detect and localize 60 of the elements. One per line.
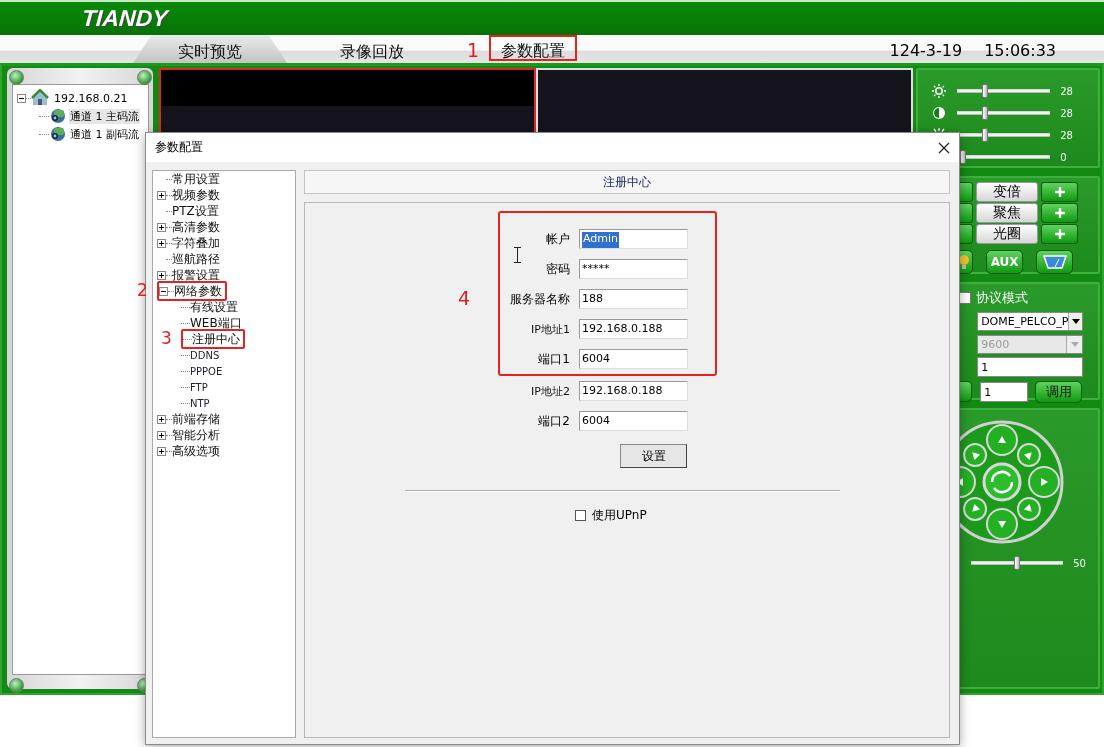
tree-item[interactable]: 智能分析 — [172, 426, 220, 444]
tree-item[interactable]: WEB端口 — [190, 314, 242, 332]
tree-item[interactable]: 高清参数 — [172, 218, 220, 236]
field-label: 端口2 — [537, 412, 570, 430]
lens-button[interactable]: 聚焦 — [976, 203, 1039, 223]
slider-value: 50 — [1073, 557, 1086, 569]
tree-item[interactable]: PPPOE — [190, 365, 223, 377]
input-field[interactable]: 1 — [980, 381, 1029, 402]
slider-value: 28 — [1060, 107, 1073, 119]
slider-value: 28 — [1060, 129, 1073, 141]
tree-item[interactable]: 报警设置 — [172, 266, 220, 284]
input-field[interactable]: 6004 — [579, 411, 688, 431]
slider-value: 28 — [1060, 85, 1073, 97]
channel-item[interactable]: 通道 1 副码流 — [69, 126, 140, 142]
tree-item[interactable]: FTP — [190, 381, 208, 393]
channel-item[interactable]: 通道 1 主码流 — [69, 108, 140, 124]
lens-button[interactable]: 变倍 — [976, 182, 1039, 202]
step-number: 3 — [161, 328, 172, 348]
field-label: 密码 — [545, 260, 570, 278]
input-field[interactable]: 188 — [579, 289, 688, 309]
field-label: 服务器名称 — [509, 290, 570, 308]
time-text: 15:06:33 — [984, 41, 1056, 62]
field-label: IP地址1 — [530, 321, 570, 337]
input-field[interactable]: 6004 — [579, 349, 688, 369]
tab[interactable]: 参数配置 — [491, 37, 576, 59]
input-field[interactable]: 1 — [977, 357, 1084, 377]
tree-item[interactable]: 字符叠加 — [172, 234, 220, 252]
input-field[interactable]: 192.168.0.188 — [579, 381, 688, 401]
tree-item[interactable]: 前端存储 — [172, 410, 220, 428]
input-field[interactable]: 192.168.0.188 — [579, 319, 688, 339]
dialog-title: 参数配置 — [155, 139, 203, 156]
tree-item[interactable]: PTZ设置 — [172, 202, 219, 220]
field-label: 端口1 — [537, 350, 570, 368]
section-title: 注册中心 — [304, 170, 950, 194]
call-button[interactable]: 调用 — [1035, 380, 1083, 403]
date-text: 124-3-19 — [889, 41, 963, 62]
lens-button[interactable]: 光圈 — [976, 224, 1039, 244]
logo: TIANDY — [81, 5, 169, 32]
checkbox-label: 协议模式 — [976, 289, 1029, 307]
step-number: 2 — [137, 280, 148, 300]
tree-item[interactable]: 巡航路径 — [172, 250, 220, 268]
tab[interactable]: 实时预览 — [133, 35, 287, 63]
step-number: 1 — [467, 39, 480, 63]
dropdown[interactable]: DOME_PELCO_P — [977, 311, 1084, 331]
device-label[interactable]: 192.168.0.21 — [54, 91, 128, 105]
apply-button[interactable]: 设置 — [620, 444, 687, 468]
tab[interactable]: 录像回放 — [297, 35, 447, 63]
tree-item[interactable]: 常用设置 — [172, 170, 220, 188]
step-number: 4 — [458, 287, 471, 309]
tree-item[interactable]: NTP — [190, 397, 210, 409]
input-field[interactable]: ***** — [579, 259, 688, 279]
field-label: IP地址2 — [530, 383, 570, 399]
tree-item[interactable]: DDNS — [190, 349, 220, 361]
input-field[interactable]: Admin — [579, 229, 688, 249]
tree-item[interactable]: 视频参数 — [172, 186, 220, 204]
tree-item[interactable]: 有线设置 — [190, 298, 238, 316]
field-label: 帐户 — [545, 230, 570, 248]
slider-value: 0 — [1060, 151, 1067, 163]
tree-item[interactable]: 高级选项 — [172, 442, 220, 460]
checkbox-label: 使用UPnP — [592, 507, 647, 524]
